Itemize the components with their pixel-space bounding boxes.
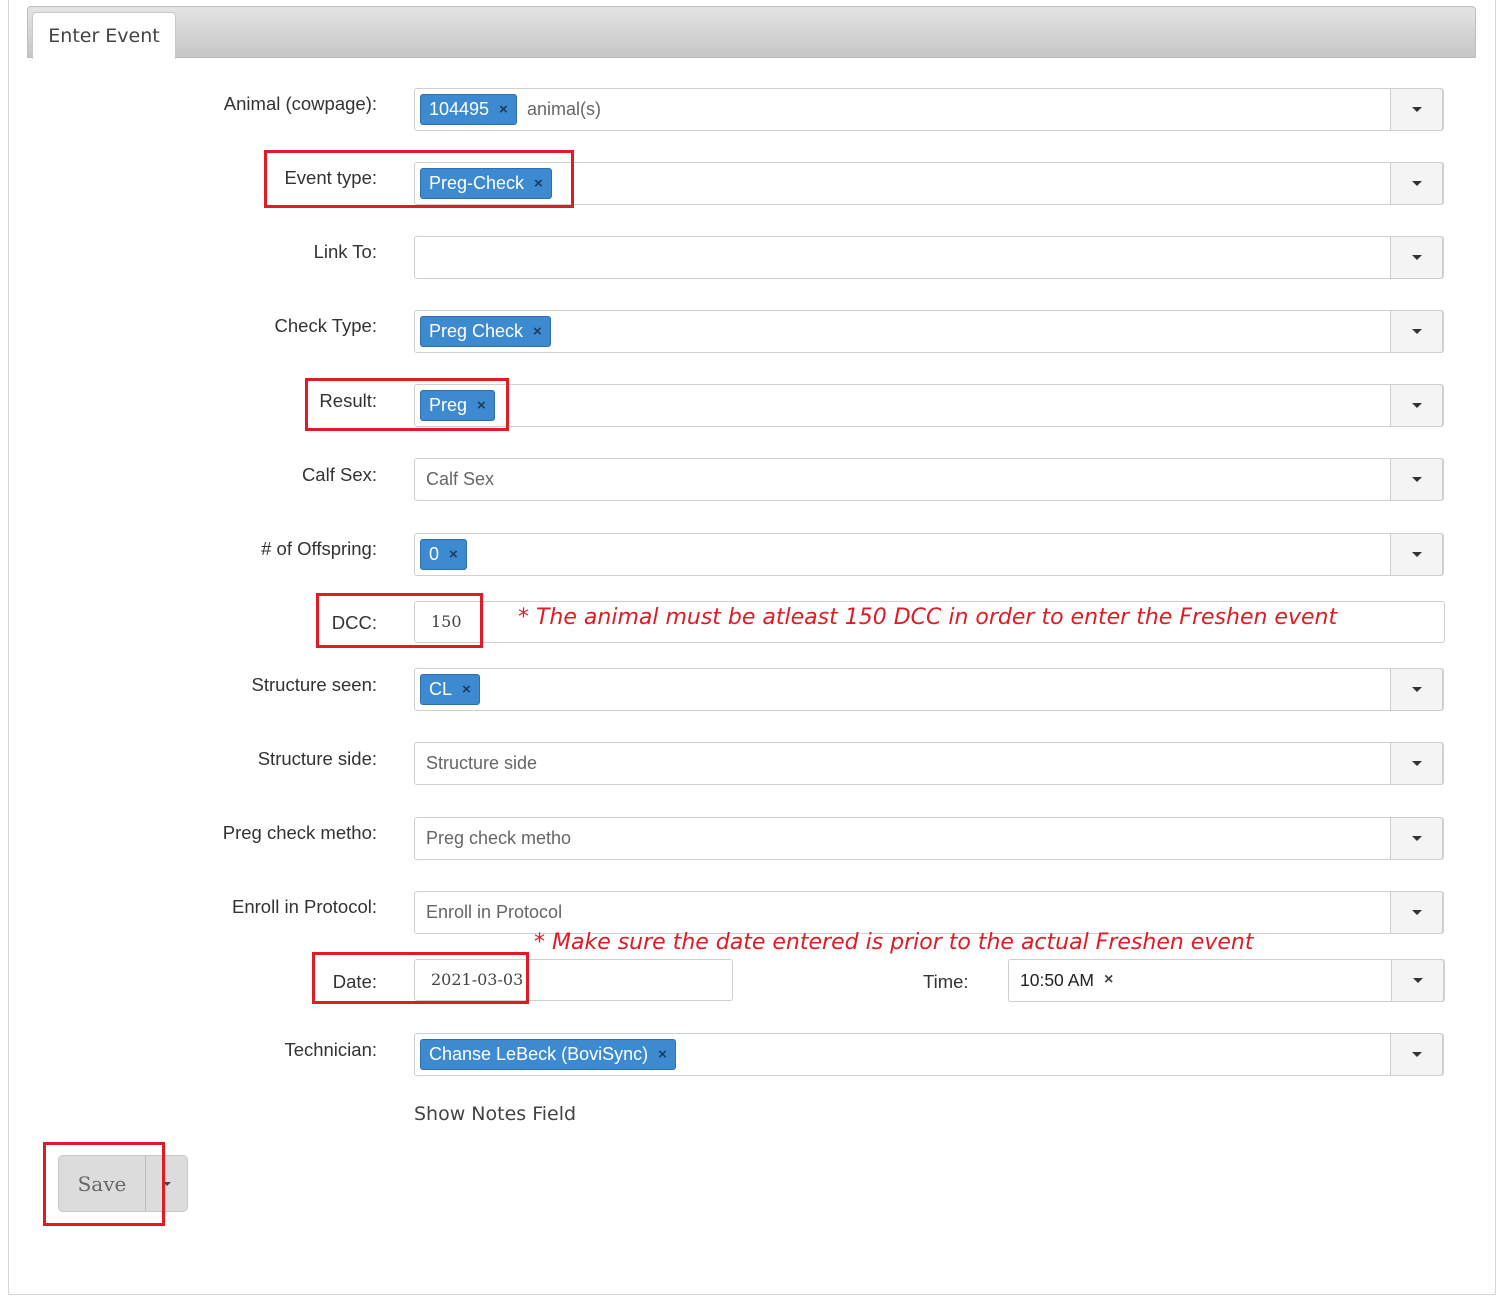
dcc-annotation: * The animal must be atleast 150 DCC in … (518, 605, 1338, 630)
caret-down-icon (1411, 687, 1422, 692)
date-highlight (312, 952, 529, 1004)
structure-seen-dropdown-button[interactable] (1390, 668, 1443, 711)
offspring-tag-text: 0 (429, 544, 440, 564)
technician-label: Technician: (284, 1039, 377, 1060)
offspring-label: # of Offspring: (261, 538, 377, 559)
technician-tag[interactable]: Chanse LeBeck (BoviSync) × (420, 1039, 676, 1070)
structure-side-dropdown-button[interactable] (1390, 742, 1443, 785)
caret-down-icon (1411, 552, 1422, 557)
tab-enter-event[interactable]: Enter Event (32, 12, 176, 59)
dcc-highlight (316, 593, 483, 648)
enroll-protocol-label: Enroll in Protocol: (232, 896, 377, 917)
save-highlight (43, 1142, 165, 1226)
tab-bar (27, 6, 1476, 58)
structure-seen-label: Structure seen: (251, 674, 377, 695)
structure-seen-tag[interactable]: CL × (420, 674, 480, 705)
caret-down-icon (1411, 403, 1422, 408)
caret-down-icon (1412, 978, 1423, 983)
structure-seen-select[interactable]: CL × (414, 668, 1444, 711)
offspring-tag[interactable]: 0 × (420, 539, 467, 570)
event-type-dropdown-button[interactable] (1390, 162, 1443, 205)
remove-icon[interactable]: × (658, 1046, 667, 1063)
event-type-highlight (264, 150, 574, 208)
time-label: Time: (923, 971, 969, 992)
technician-dropdown-button[interactable] (1390, 1033, 1443, 1076)
show-notes-link[interactable]: Show Notes Field (414, 1103, 576, 1125)
result-highlight (305, 378, 509, 431)
caret-down-icon (1411, 477, 1422, 482)
result-dropdown-button[interactable] (1390, 384, 1443, 427)
clear-time-icon[interactable]: × (1104, 971, 1113, 989)
link-to-select[interactable] (414, 236, 1444, 279)
time-value: 10:50 AM (1020, 970, 1094, 990)
enroll-protocol-dropdown-button[interactable] (1390, 891, 1443, 934)
animal-tag-text: 104495 (429, 99, 490, 119)
calf-sex-dropdown-button[interactable] (1390, 458, 1443, 501)
calf-sex-select[interactable]: Calf Sex (414, 458, 1444, 501)
offspring-select[interactable]: 0 × (414, 533, 1444, 576)
caret-down-icon (1411, 910, 1422, 915)
remove-icon[interactable]: × (533, 323, 542, 340)
preg-check-method-placeholder: Preg check metho (426, 828, 572, 848)
remove-icon[interactable]: × (462, 681, 471, 698)
calf-sex-label: Calf Sex: (301, 464, 377, 485)
check-type-tag[interactable]: Preg Check × (420, 316, 551, 347)
caret-down-icon (1411, 761, 1422, 766)
animal-placeholder: animal(s) (527, 99, 602, 119)
caret-down-icon (1411, 1052, 1422, 1057)
time-dropdown-button[interactable] (1391, 959, 1444, 1002)
remove-icon[interactable]: × (499, 101, 508, 118)
animal-dropdown-button[interactable] (1390, 88, 1443, 131)
caret-down-icon (1411, 255, 1422, 260)
preg-check-method-label: Preg check metho: (222, 822, 377, 843)
preg-check-method-select[interactable]: Preg check metho (414, 817, 1444, 860)
caret-down-icon (1411, 181, 1422, 186)
remove-icon[interactable]: × (449, 546, 458, 563)
check-type-dropdown-button[interactable] (1390, 310, 1443, 353)
technician-select[interactable]: Chanse LeBeck (BoviSync) × (414, 1033, 1444, 1076)
check-type-select[interactable]: Preg Check × (414, 310, 1444, 353)
structure-side-label: Structure side: (257, 748, 377, 769)
link-to-label: Link To: (313, 241, 377, 262)
structure-seen-tag-text: CL (429, 679, 453, 699)
check-type-tag-text: Preg Check (429, 321, 524, 341)
enroll-protocol-select[interactable]: Enroll in Protocol (414, 891, 1444, 934)
date-annotation: * Make sure the date entered is prior to… (534, 930, 1254, 955)
animal-select[interactable]: 104495 × animal(s) (414, 88, 1444, 131)
technician-tag-text: Chanse LeBeck (BoviSync) (429, 1044, 649, 1064)
structure-side-placeholder: Structure side (426, 753, 538, 773)
check-type-label: Check Type: (274, 315, 378, 336)
caret-down-icon (1411, 836, 1422, 841)
animal-label: Animal (cowpage): (223, 93, 377, 114)
enroll-protocol-placeholder: Enroll in Protocol (426, 902, 563, 922)
structure-side-select[interactable]: Structure side (414, 742, 1444, 785)
animal-tag[interactable]: 104495 × (420, 94, 517, 125)
preg-check-method-dropdown-button[interactable] (1390, 817, 1443, 860)
caret-down-icon (1411, 329, 1422, 334)
time-select[interactable]: 10:50 AM × (1008, 959, 1445, 1002)
offspring-dropdown-button[interactable] (1390, 533, 1443, 576)
caret-down-icon (1411, 107, 1422, 112)
result-select[interactable]: Preg × (414, 384, 1444, 427)
calf-sex-placeholder: Calf Sex (426, 469, 495, 489)
link-to-dropdown-button[interactable] (1390, 236, 1443, 279)
